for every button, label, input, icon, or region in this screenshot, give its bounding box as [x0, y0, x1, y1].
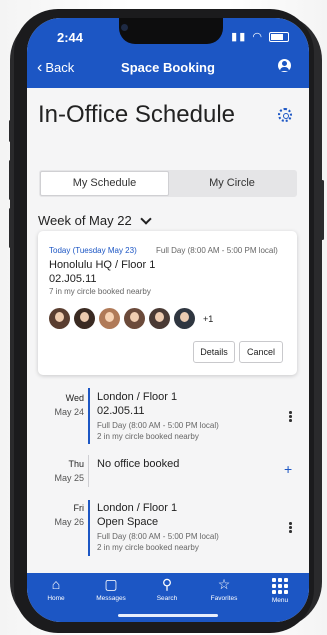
signal-icon: ▮▮ — [231, 31, 248, 43]
row-location: London / Floor 1 — [97, 391, 178, 403]
row-room: Open Space — [97, 516, 159, 528]
row-location: London / Floor 1 — [97, 502, 178, 514]
empty-indicator-bar — [88, 455, 89, 487]
tab-label: Favorites — [210, 595, 238, 602]
chat-icon: ▢ — [104, 576, 118, 592]
back-label: Back — [45, 60, 75, 75]
today-date-label: Today (Tuesday May 23) — [49, 246, 137, 255]
tab-label: Menu — [271, 597, 289, 604]
tab-label: Messages — [96, 595, 126, 602]
row-day: Thu — [68, 459, 84, 469]
search-icon: ⚲ — [161, 576, 173, 592]
circle-nearby-count: 7 in my circle booked nearby — [49, 287, 151, 296]
mute-switch — [9, 120, 12, 142]
row-nearby: 2 in my circle booked nearby — [97, 543, 199, 552]
tab-messages[interactable]: ▢ Messages — [86, 576, 136, 603]
page-title: In-Office Schedule — [38, 101, 236, 128]
avatar — [99, 308, 120, 329]
volume-down-button — [9, 208, 12, 248]
row-date: May 24 — [54, 407, 84, 417]
row-time: Full Day (8:00 AM - 5:00 PM local) — [97, 421, 219, 430]
profile-icon[interactable] — [278, 59, 291, 72]
chevron-down-icon — [140, 212, 152, 225]
avatar — [74, 308, 95, 329]
tab-my-schedule[interactable]: My Schedule — [40, 171, 169, 196]
schedule-row-wed[interactable]: Wed May 24 London / Floor 1 02.J05.11 Fu… — [27, 388, 309, 448]
today-booking-card: Today (Tuesday May 23) Full Day (8:00 AM… — [38, 231, 297, 375]
settings-gear-icon[interactable] — [278, 108, 292, 122]
row-time: Full Day (8:00 AM - 5:00 PM local) — [97, 532, 219, 541]
segmented-control: My Schedule My Circle — [39, 170, 297, 197]
tab-label: Home — [47, 595, 65, 602]
circle-avatars[interactable]: +1 — [49, 308, 213, 329]
row-date: May 26 — [54, 517, 84, 527]
avatar — [149, 308, 170, 329]
power-button — [321, 180, 324, 240]
back-button[interactable]: ‹ Back — [37, 59, 75, 76]
wifi-icon: ◠ — [252, 31, 264, 43]
avatar — [49, 308, 70, 329]
more-options-icon[interactable] — [289, 522, 292, 534]
status-time: 2:44 — [57, 30, 84, 45]
status-icons: ▮▮ ◠ — [231, 30, 289, 43]
avatar — [124, 308, 145, 329]
chevron-left-icon: ‹ — [37, 59, 43, 76]
schedule-row-fri[interactable]: Fri May 26 London / Floor 1 Open Space F… — [27, 500, 309, 560]
tab-favorites[interactable]: ☆ Favorites — [199, 576, 249, 603]
booking-indicator-bar — [88, 388, 90, 444]
notch — [119, 18, 223, 44]
home-indicator — [118, 614, 218, 617]
volume-up-button — [9, 160, 12, 200]
row-date: May 25 — [54, 473, 84, 483]
week-selector[interactable]: Week of May 22 — [38, 212, 152, 228]
row-day: Fri — [73, 503, 85, 513]
week-label: Week of May 22 — [38, 213, 132, 228]
no-booking-label: No office booked — [97, 458, 180, 470]
tab-menu[interactable]: Menu — [255, 577, 305, 604]
row-room: 02.J05.11 — [97, 405, 145, 417]
booking-indicator-bar — [88, 500, 90, 556]
home-icon: ⌂ — [51, 576, 61, 592]
booking-room: 02.J05.11 — [49, 273, 97, 285]
cancel-button[interactable]: Cancel — [239, 341, 283, 363]
more-options-icon[interactable] — [289, 411, 292, 423]
row-nearby: 2 in my circle booked nearby — [97, 432, 199, 441]
avatar — [174, 308, 195, 329]
booking-location: Honolulu HQ / Floor 1 — [49, 259, 156, 271]
star-icon: ☆ — [217, 576, 231, 592]
main-content: In-Office Schedule My Schedule My Circle… — [27, 88, 309, 573]
tab-search[interactable]: ⚲ Search — [142, 576, 192, 603]
details-button[interactable]: Details — [193, 341, 235, 363]
grid-icon — [272, 578, 288, 594]
extra-avatar-count: +1 — [203, 313, 214, 324]
schedule-row-thu[interactable]: Thu May 25 No office booked + — [27, 455, 309, 489]
tab-home[interactable]: ⌂ Home — [31, 576, 81, 603]
tab-my-circle[interactable]: My Circle — [168, 171, 296, 196]
tab-label: Search — [156, 595, 178, 602]
phone-screen: 2:44 ▮▮ ◠ Space Booking ‹ Back In-Office… — [27, 18, 309, 622]
today-time-label: Full Day (8:00 AM - 5:00 PM local) — [156, 246, 278, 255]
battery-icon — [269, 32, 289, 43]
add-booking-icon[interactable]: + — [284, 461, 292, 477]
row-day: Wed — [65, 393, 84, 403]
front-camera — [121, 24, 128, 31]
